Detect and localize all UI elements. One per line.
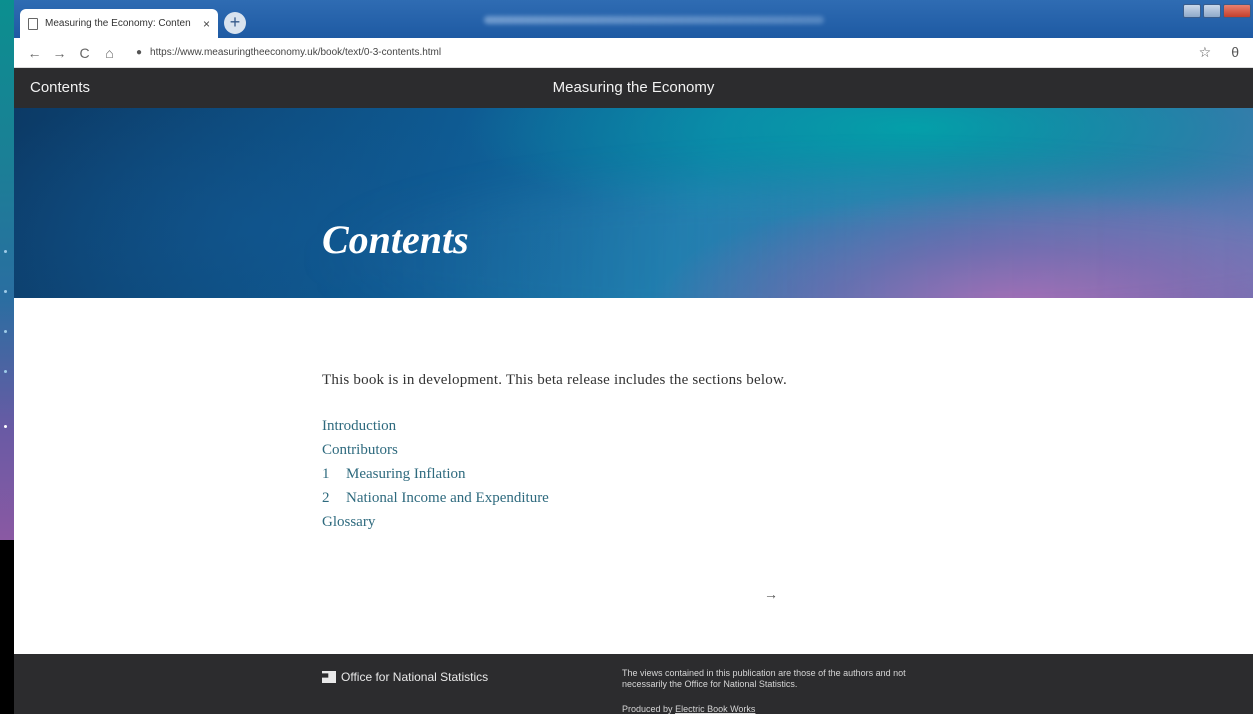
lock-icon: ● <box>136 47 143 58</box>
forward-button[interactable]: → <box>47 45 72 61</box>
toc-item-national-income[interactable]: 2 National Income and Expenditure <box>322 486 787 510</box>
back-button[interactable]: ← <box>22 45 47 61</box>
maximize-button[interactable] <box>1203 4 1221 18</box>
toc-item-number: 2 <box>322 489 330 506</box>
site-title[interactable]: Measuring the Economy <box>553 79 715 96</box>
site-footer: Office for National Statistics The views… <box>14 654 1253 714</box>
close-icon[interactable]: × <box>203 17 210 31</box>
table-of-contents: Introduction Contributors 1 Measuring In… <box>322 414 787 534</box>
minimize-button[interactable] <box>1183 4 1201 18</box>
electric-book-works-link[interactable]: Electric Book Works <box>675 704 755 714</box>
toc-item-label: Contributors <box>322 441 398 458</box>
ons-logo[interactable]: Office for National Statistics <box>322 670 488 684</box>
desktop-background <box>0 0 14 540</box>
desktop-dot <box>4 425 7 428</box>
page-icon <box>28 17 38 30</box>
site-header: Contents Measuring the Economy <box>14 68 1253 108</box>
window-controls <box>1183 4 1251 18</box>
toc-item-label: National Income and Expenditure <box>346 489 549 506</box>
url-field[interactable]: https://www.measuringtheeconomy.uk/book/… <box>150 47 441 58</box>
next-page-arrow[interactable]: → <box>764 586 778 602</box>
toc-item-glossary[interactable]: Glossary <box>322 510 787 534</box>
browser-tab[interactable]: Measuring the Economy: Conten × <box>20 9 218 38</box>
ons-logo-icon <box>322 671 336 683</box>
reload-button[interactable]: C <box>72 45 97 61</box>
footer-credit-prefix: Produced by <box>622 704 673 714</box>
contents-menu-link[interactable]: Contents <box>30 79 90 96</box>
toc-item-label: Glossary <box>322 513 376 530</box>
tab-title: Measuring the Economy: Conten <box>45 18 191 29</box>
desktop-dot <box>4 370 7 373</box>
title-bar: Measuring the Economy: Conten × + <box>14 0 1253 38</box>
intro-text: This book is in development. This beta r… <box>322 372 787 388</box>
desktop-dot <box>4 250 7 253</box>
close-window-button[interactable] <box>1223 4 1251 18</box>
toc-item-measuring-inflation[interactable]: 1 Measuring Inflation <box>322 462 787 486</box>
main-content: This book is in development. This beta r… <box>322 372 787 534</box>
hero-banner: Contents <box>14 108 1253 298</box>
home-button[interactable]: ⌂ <box>97 45 122 61</box>
footer-disclaimer: The views contained in this publication … <box>622 668 906 689</box>
ons-logo-text: Office for National Statistics <box>341 670 489 684</box>
toc-item-introduction[interactable]: Introduction <box>322 414 787 438</box>
star-icon[interactable]: ☆ <box>1199 44 1212 61</box>
desktop-dot <box>4 290 7 293</box>
new-tab-button[interactable]: + <box>224 12 246 34</box>
footer-credit: Produced by Electric Book Works <box>622 704 755 714</box>
address-bar: ← → C ⌂ ● https://www.measuringtheeconom… <box>14 38 1253 68</box>
page-title: Contents <box>322 217 469 262</box>
browser-window: Measuring the Economy: Conten × + ← → C … <box>14 0 1253 714</box>
toc-item-label: Introduction <box>322 417 397 434</box>
window-title-blurred <box>484 16 824 24</box>
toc-item-contributors[interactable]: Contributors <box>322 438 787 462</box>
toc-item-number: 1 <box>322 465 330 482</box>
account-icon[interactable]: θ <box>1231 44 1239 61</box>
toc-item-label: Measuring Inflation <box>346 465 466 482</box>
desktop-dot <box>4 330 7 333</box>
